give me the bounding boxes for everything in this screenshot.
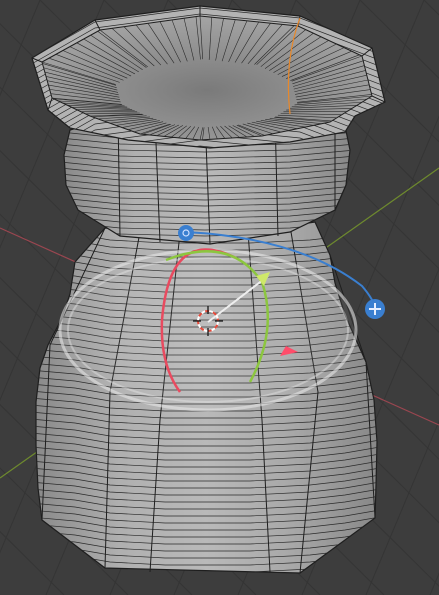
- 3d-viewport[interactable]: [0, 0, 439, 595]
- rotate-handle-icon[interactable]: [178, 225, 194, 241]
- viewport-scene[interactable]: [0, 0, 439, 595]
